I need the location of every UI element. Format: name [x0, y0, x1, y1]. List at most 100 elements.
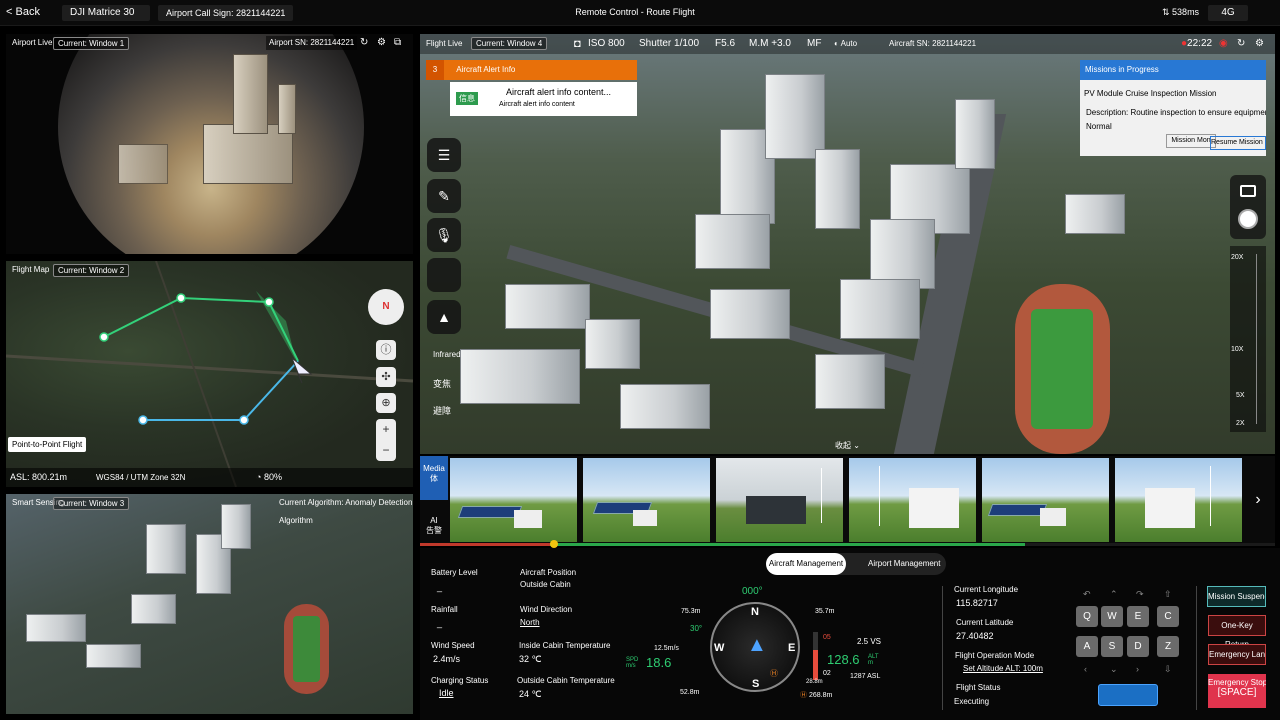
key-q[interactable]: Q	[1076, 606, 1098, 627]
building	[233, 54, 268, 134]
media-thumbnail[interactable]	[849, 458, 976, 542]
compass-north-label: N	[382, 301, 390, 312]
info-icon[interactable]: ⓘ	[376, 340, 396, 360]
mission-card[interactable]: Missions in Progress PV Module Cruise In…	[1080, 60, 1266, 156]
alert-tag: 信息	[456, 92, 478, 105]
refresh-icon[interactable]: ↻	[360, 34, 368, 52]
photo-mode-icon[interactable]	[1240, 185, 1256, 197]
window-selector[interactable]: Current: Window 2	[53, 264, 130, 277]
key-s[interactable]: S	[1101, 636, 1123, 657]
smart-sensing-panel[interactable]: Smart Sensing Current: Window 3 Current …	[6, 494, 413, 714]
alert-content-body: Aircraft alert info content	[499, 101, 575, 108]
building	[278, 84, 296, 134]
key-z[interactable]: Z	[1157, 636, 1179, 657]
timeline-bar[interactable]	[420, 540, 1275, 548]
building	[86, 644, 141, 668]
panel-label: Airport Live	[12, 38, 53, 47]
key-d[interactable]: D	[1127, 636, 1149, 657]
latitude-value: 27.40482	[956, 631, 994, 641]
blank-tool-button[interactable]	[427, 258, 461, 292]
media-thumbnail[interactable]	[1115, 458, 1242, 542]
expand-icon[interactable]: ⧉	[394, 34, 401, 52]
compass-n: N	[751, 606, 759, 618]
building	[460, 349, 580, 404]
key-a[interactable]: A	[1076, 636, 1098, 657]
record-icon[interactable]: ◉	[1219, 34, 1228, 54]
gear-icon[interactable]: ⚙	[377, 34, 386, 52]
device-selector[interactable]: DJI Matrice 30	[62, 5, 150, 21]
chevron-down-icon: ⌄	[851, 441, 860, 450]
point-to-point-button[interactable]: Point-to-Point Flight	[8, 437, 87, 452]
shutter-readout[interactable]: Shutter 1/100	[639, 34, 699, 54]
zoom-mode-button[interactable]: 变焦	[433, 377, 451, 390]
airport-live-panel[interactable]: Airport Live Current: Window 1 Airport S…	[6, 34, 413, 254]
microphone-icon[interactable]: 🎙	[427, 218, 461, 252]
aperture-readout[interactable]: F5.6	[715, 34, 735, 54]
navigation-arrow-icon[interactable]: ▲	[427, 300, 461, 334]
iso-readout[interactable]: ISO 800	[588, 34, 625, 54]
building	[1065, 194, 1125, 234]
obstacle-avoid-button[interactable]: 避障	[433, 404, 451, 417]
window-selector[interactable]: Current: Window 1	[53, 37, 130, 50]
one-key-return-button[interactable]: One-Key Return	[1208, 615, 1266, 649]
alert-card[interactable]: 信息 Aircraft alert info content... Aircra…	[450, 82, 637, 116]
ascend-icon: ⇧	[1164, 589, 1172, 599]
zoom-out-button[interactable]: −	[376, 440, 396, 461]
ruler-icon[interactable]: ✎	[427, 179, 461, 213]
mission-suspended-button[interactable]: Mission Suspended	[1207, 586, 1266, 607]
media-thumbnail[interactable]	[583, 458, 710, 542]
map-compass[interactable]: N	[368, 289, 404, 325]
refresh-icon[interactable]: ↻	[1237, 34, 1245, 54]
arrow-down-icon: ⌄	[1110, 664, 1118, 674]
focus-mode[interactable]: MF	[807, 34, 821, 54]
white-balance[interactable]: ◐ Auto	[834, 34, 857, 54]
mission-status: Normal	[1086, 122, 1112, 131]
rotate-left-icon: ↶	[1083, 589, 1091, 599]
mission-monitor-button[interactable]: Mission Mon	[1166, 134, 1216, 148]
ai-alert-tab[interactable]: AI 告警	[420, 502, 448, 544]
media-tab[interactable]: Media 体	[420, 456, 448, 500]
page-title: Remote Control - Route Flight	[575, 7, 695, 17]
chevron-right-icon[interactable]: ›	[1246, 486, 1270, 514]
camera-control-group	[1230, 175, 1266, 239]
shutter-button[interactable]	[1238, 209, 1258, 229]
locate-icon[interactable]: ⊕	[376, 393, 396, 413]
heading-readout: 000°	[742, 586, 763, 597]
back-button[interactable]: < Back	[6, 6, 40, 18]
timeline-marker[interactable]	[550, 540, 558, 548]
media-thumbnail[interactable]	[982, 458, 1109, 542]
compass-e: E	[788, 642, 796, 654]
window-selector[interactable]: Current: Window 3	[53, 497, 130, 510]
layers-icon[interactable]: ☰	[427, 138, 461, 172]
infrared-button[interactable]: Infrared	[433, 350, 461, 359]
flight-map-panel[interactable]: Flight Map Current: Window 2 N ⓘ ✣ ⊕ + −…	[6, 261, 413, 487]
asl-readout: 1287 ASL	[850, 673, 881, 680]
resume-mission-button[interactable]: Resume Mission	[1210, 136, 1266, 150]
key-e[interactable]: E	[1127, 606, 1149, 627]
media-thumbnail[interactable]	[716, 458, 843, 542]
collapse-button[interactable]: 收起 ⌄	[835, 440, 860, 451]
zoom-scale[interactable]: 20X 10X 5X 2X	[1230, 246, 1266, 432]
media-thumbnail[interactable]	[450, 458, 577, 542]
asl-readout: ASL: 800.21m	[10, 472, 68, 482]
execute-button[interactable]	[1098, 684, 1158, 706]
emergency-landing-button[interactable]: Emergency Landing	[1208, 644, 1266, 665]
coordinate-system: WGS84 / UTM Zone 32N	[96, 473, 186, 482]
key-w[interactable]: W	[1101, 606, 1123, 627]
progress-ring-icon: ◔	[256, 472, 264, 482]
tab-aircraft-management[interactable]: Aircraft Management	[766, 553, 846, 575]
tab-airport-management[interactable]: Airport Management	[868, 553, 940, 575]
tick-02: 02	[823, 670, 831, 677]
arrow-left-icon: ‹	[1084, 664, 1087, 674]
emergency-stop-button[interactable]: Emergency Stop [SPACE]	[1208, 674, 1266, 708]
window-selector[interactable]: Current: Window 4	[471, 37, 548, 50]
drone-icon[interactable]: ✣	[376, 367, 396, 387]
zoom-in-button[interactable]: +	[376, 419, 396, 440]
vs-readout: 2.5 VS	[857, 637, 882, 646]
alert-banner[interactable]: 3 Aircraft Alert Info	[426, 60, 637, 80]
flight-live-panel[interactable]: Flight Live Current: Window 4 ◘ ISO 800 …	[420, 34, 1275, 454]
key-c[interactable]: C	[1157, 606, 1179, 627]
wind-speed-value: 2.4m/s	[433, 654, 461, 664]
gear-icon[interactable]: ⚙	[1255, 34, 1264, 54]
ev-readout[interactable]: M.M +3.0	[749, 34, 791, 54]
